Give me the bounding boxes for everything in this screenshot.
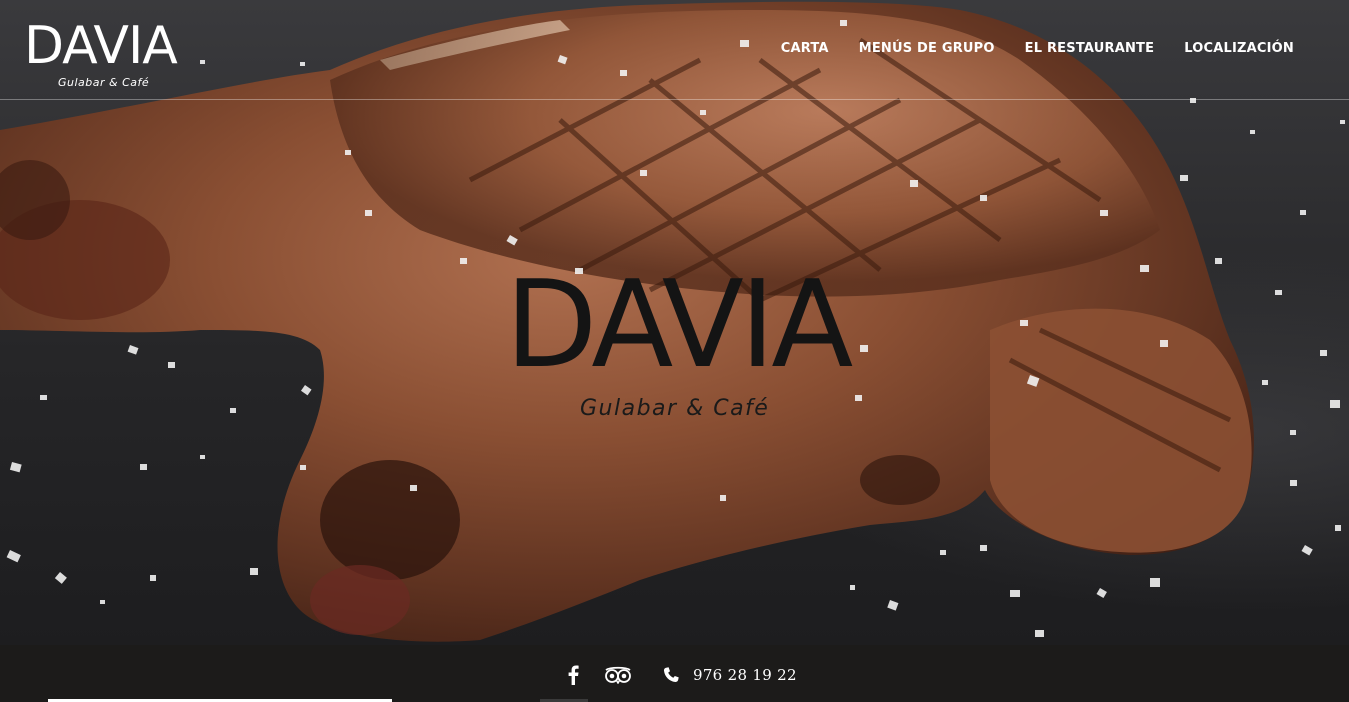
- logo-tagline: Gulabar & Café: [58, 76, 150, 89]
- phone-icon[interactable]: [661, 665, 681, 685]
- logo-wordmark: DAVIA: [24, 16, 178, 76]
- contact-bar: 976 28 19 22: [0, 645, 1349, 702]
- phone-number[interactable]: 976 28 19 22: [693, 666, 797, 684]
- nav-item-el-restaurante[interactable]: EL RESTAURANTE: [1025, 41, 1155, 56]
- header-logo[interactable]: DAVIA Gulabar & Café: [24, 18, 184, 90]
- nav-item-localizacion[interactable]: LOCALIZACIÓN: [1184, 41, 1294, 56]
- facebook-icon[interactable]: [565, 664, 581, 686]
- contact-items: 976 28 19 22: [565, 663, 797, 687]
- nav-item-carta[interactable]: CARTA: [781, 41, 829, 56]
- nav-item-menus-de-grupo[interactable]: MENÚS DE GRUPO: [859, 41, 995, 56]
- hero-logo: DAVIA Gulabar & Café: [505, 262, 855, 432]
- hero-logo-tagline: Gulabar & Café: [580, 396, 770, 421]
- main-nav: CARTA MENÚS DE GRUPO EL RESTAURANTE LOCA…: [781, 41, 1294, 56]
- site-header: DAVIA Gulabar & Café CARTA MENÚS DE GRUP…: [0, 0, 1349, 100]
- tripadvisor-icon[interactable]: [603, 664, 633, 686]
- hero-logo-wordmark: DAVIA: [505, 256, 853, 395]
